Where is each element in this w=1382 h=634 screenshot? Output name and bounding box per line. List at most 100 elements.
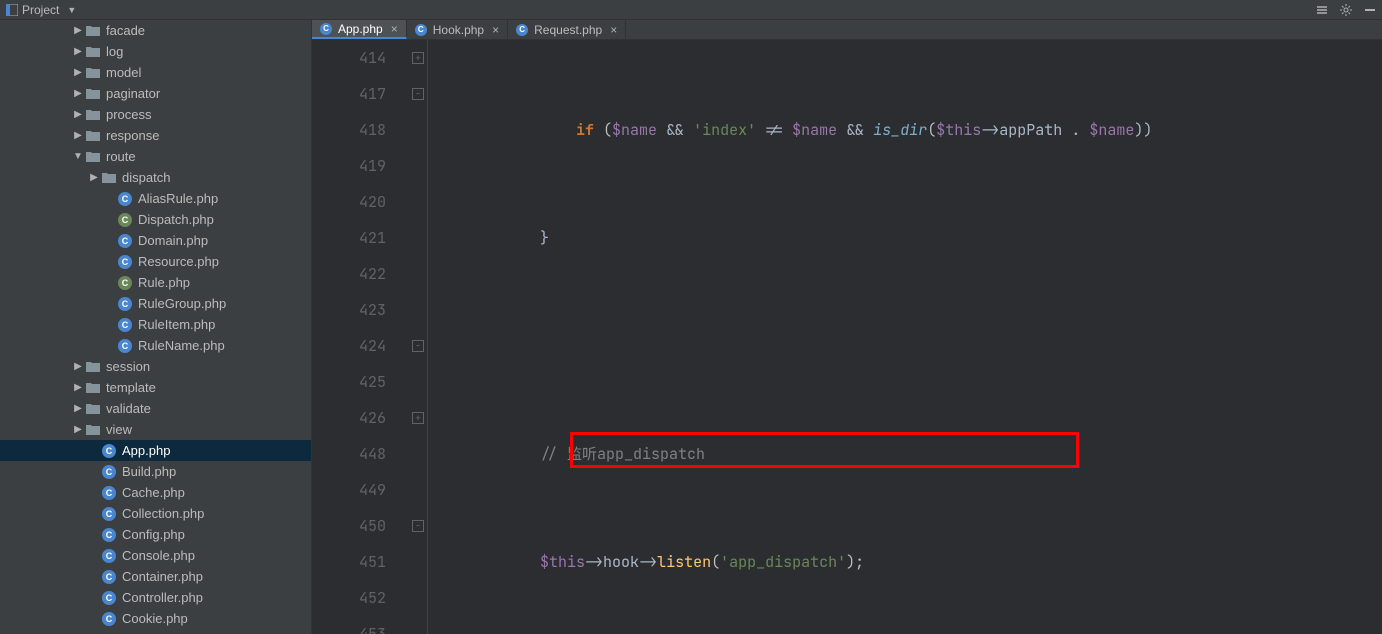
- tree-item-cookie-php[interactable]: Cookie.php: [0, 608, 311, 629]
- tree-item-model[interactable]: model: [0, 62, 311, 83]
- project-dropdown[interactable]: Project: [22, 3, 59, 17]
- php-class-icon: [320, 23, 332, 35]
- tree-item-paginator[interactable]: paginator: [0, 83, 311, 104]
- tree-item-label: dispatch: [122, 170, 307, 185]
- tree-item-rule-php[interactable]: Rule.php: [0, 272, 311, 293]
- tree-item-app-php[interactable]: App.php: [0, 440, 311, 461]
- line-number: 420: [312, 184, 386, 220]
- tree-arrow-icon[interactable]: [70, 424, 86, 435]
- tree-item-domain-php[interactable]: Domain.php: [0, 230, 311, 251]
- code-editor[interactable]: 4144174184194204214224234244254264484494…: [312, 40, 1382, 634]
- tree-item-dispatch-php[interactable]: Dispatch.php: [0, 209, 311, 230]
- gutter: 4144174184194204214224234244254264484494…: [312, 40, 408, 634]
- fold-expand-icon[interactable]: +: [412, 52, 424, 64]
- php-class-icon: [102, 465, 116, 479]
- php-class-icon: [118, 255, 132, 269]
- tree-item-label: Console.php: [122, 548, 307, 563]
- tree-item-label: Build.php: [122, 464, 307, 479]
- folder-icon: [102, 171, 116, 185]
- gear-icon[interactable]: [1340, 4, 1352, 16]
- tree-item-log[interactable]: log: [0, 41, 311, 62]
- tree-item-validate[interactable]: validate: [0, 398, 311, 419]
- fold-collapse-icon[interactable]: −: [412, 88, 424, 100]
- tree-arrow-icon[interactable]: [70, 46, 86, 57]
- tree-arrow-icon[interactable]: [70, 403, 86, 414]
- close-icon[interactable]: ×: [492, 23, 499, 37]
- php-class-icon: [118, 234, 132, 248]
- fold-expand-icon[interactable]: +: [412, 412, 424, 424]
- tab-request-php[interactable]: Request.php×: [508, 20, 626, 39]
- tree-item-rulegroup-php[interactable]: RuleGroup.php: [0, 293, 311, 314]
- tree-item-label: RuleItem.php: [138, 317, 307, 332]
- tree-item-route[interactable]: route: [0, 146, 311, 167]
- close-icon[interactable]: ×: [391, 22, 398, 36]
- project-view-icon[interactable]: [6, 4, 18, 16]
- tree-arrow-icon[interactable]: [70, 361, 86, 372]
- tree-arrow-icon[interactable]: [70, 130, 86, 141]
- tree-item-label: RuleName.php: [138, 338, 307, 353]
- line-number: 423: [312, 292, 386, 328]
- line-number: 426: [312, 400, 386, 436]
- tree-item-collection-php[interactable]: Collection.php: [0, 503, 311, 524]
- tree-arrow-icon[interactable]: [70, 151, 86, 162]
- tree-item-label: route: [106, 149, 307, 164]
- tree-item-console-php[interactable]: Console.php: [0, 545, 311, 566]
- tree-arrow-icon[interactable]: [86, 172, 102, 183]
- tree-item-label: Container.php: [122, 569, 307, 584]
- php-class-icon: [118, 213, 132, 227]
- tree-item-cache-php[interactable]: Cache.php: [0, 482, 311, 503]
- line-number: 449: [312, 472, 386, 508]
- line-number: 448: [312, 436, 386, 472]
- tree-item-facade[interactable]: facade: [0, 20, 311, 41]
- fold-collapse-icon[interactable]: −: [412, 340, 424, 352]
- tree-item-dispatch[interactable]: dispatch: [0, 167, 311, 188]
- tree-item-view[interactable]: view: [0, 419, 311, 440]
- tree-arrow-icon[interactable]: [70, 67, 86, 78]
- php-class-icon: [118, 339, 132, 353]
- tree-item-label: Config.php: [122, 527, 307, 542]
- tree-item-controller-php[interactable]: Controller.php: [0, 587, 311, 608]
- fold-collapse-icon[interactable]: −: [412, 520, 424, 532]
- tree-arrow-icon[interactable]: [70, 88, 86, 99]
- folder-icon: [86, 108, 100, 122]
- tree-item-label: Domain.php: [138, 233, 307, 248]
- tree-item-response[interactable]: response: [0, 125, 311, 146]
- code-line: }: [432, 220, 1382, 256]
- settings-toggle-icon[interactable]: [1316, 4, 1328, 16]
- tree-item-label: response: [106, 128, 307, 143]
- tree-item-session[interactable]: session: [0, 356, 311, 377]
- project-tree[interactable]: facadelogmodelpaginatorprocess response ro…: [0, 20, 312, 634]
- tree-item-process[interactable]: process: [0, 104, 311, 125]
- tree-item-build-php[interactable]: Build.php: [0, 461, 311, 482]
- tree-item-container-php[interactable]: Container.php: [0, 566, 311, 587]
- tab-app-php[interactable]: App.php×: [312, 20, 407, 39]
- tree-item-label: Controller.php: [122, 590, 307, 605]
- code-line: [432, 328, 1382, 364]
- code-line: // 监听app_dispatch: [432, 436, 1382, 472]
- line-number: 451: [312, 544, 386, 580]
- tree-item-aliasrule-php[interactable]: AliasRule.php: [0, 188, 311, 209]
- folder-icon: [86, 381, 100, 395]
- folder-icon: [86, 423, 100, 437]
- tree-arrow-icon[interactable]: [70, 382, 86, 393]
- tab-hook-php[interactable]: Hook.php×: [407, 20, 508, 39]
- folder-icon: [86, 45, 100, 59]
- line-number: 450: [312, 508, 386, 544]
- tree-item-config-php[interactable]: Config.php: [0, 524, 311, 545]
- tree-item-rulename-php[interactable]: RuleName.php: [0, 335, 311, 356]
- tree-item-label: template: [106, 380, 307, 395]
- folder-icon: [86, 360, 100, 374]
- tree-item-resource-php[interactable]: Resource.php: [0, 251, 311, 272]
- tree-item-label: session: [106, 359, 307, 374]
- tree-arrow-icon[interactable]: [70, 109, 86, 120]
- code-area[interactable]: if ($name && 'index' != $name && is_dir(…: [428, 40, 1382, 634]
- tree-arrow-icon[interactable]: [70, 25, 86, 36]
- close-icon[interactable]: ×: [610, 23, 617, 37]
- folder-icon: [86, 24, 100, 38]
- fold-strip[interactable]: + − − + −: [408, 40, 428, 634]
- tree-item-template[interactable]: template: [0, 377, 311, 398]
- minimize-icon[interactable]: [1364, 4, 1376, 16]
- tree-item-label: App.php: [122, 443, 307, 458]
- php-class-icon: [102, 444, 116, 458]
- tree-item-ruleitem-php[interactable]: RuleItem.php: [0, 314, 311, 335]
